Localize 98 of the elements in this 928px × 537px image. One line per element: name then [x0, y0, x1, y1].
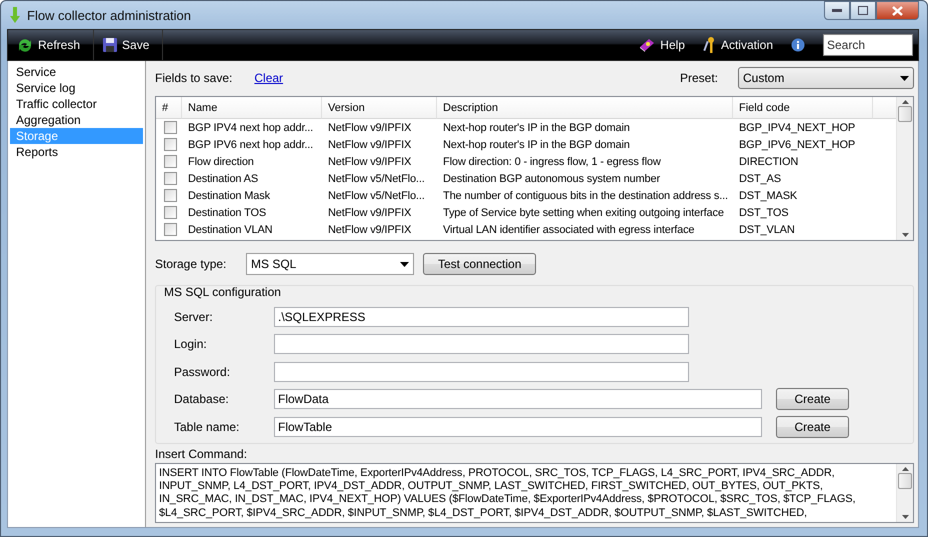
checkbox[interactable]	[164, 155, 177, 168]
command-line: INPUT_SNMP, L4_DST_PORT, IPV4_DST_ADDR, OUTPUT_SNMP, LAST_SWITCHED, FIRST_SWITCHED, OUT_BYTES, OUT_PKTS,	[159, 480, 824, 494]
table-cell-text: NetFlow v9/IPFIX	[327, 224, 412, 236]
test-connection-button[interactable]: Test connection	[423, 253, 536, 275]
table-cell-text: Destination Mask	[187, 190, 271, 202]
fields-label: Fields to save:	[155, 71, 232, 85]
table-cell-text: Virtual LAN identifier associated with egress interface	[442, 224, 696, 236]
input-field[interactable]: FlowData	[274, 389, 762, 410]
search-field[interactable]: Search	[823, 34, 913, 56]
scrollbar[interactable]	[896, 97, 913, 240]
table-cell-text: Destination BGP autonomous system number	[442, 172, 661, 184]
scroll-down-icon[interactable]	[902, 515, 908, 519]
maximize-button[interactable]	[850, 1, 876, 20]
create-button[interactable]: Create	[776, 416, 849, 438]
maximize-icon	[858, 6, 868, 15]
table-cell-text: NetFlow v9/IPFIX	[327, 138, 412, 150]
field-label: Password:	[173, 364, 232, 379]
minimize-button[interactable]	[824, 1, 850, 20]
table-cell-text: BGP IPV6 next hop addr...	[187, 138, 314, 150]
column-header[interactable]: Description	[437, 97, 733, 119]
minimize-icon	[832, 9, 842, 12]
table-cell-text: Flow direction: 0 - ingress flow, 1 - egress flow	[442, 156, 662, 168]
table-cell-text: Next-hop router's IP in the BGP domain	[442, 138, 631, 150]
preset-dropdown[interactable]: Custom	[738, 67, 914, 89]
sidebar-item[interactable]: Reports	[10, 144, 143, 160]
checkbox[interactable]	[164, 189, 177, 202]
table-cell-text: Destination TOS	[187, 206, 268, 218]
column-header[interactable]: Version	[322, 97, 437, 119]
insert-command-label: Insert Command:	[155, 446, 248, 460]
field-label: Server:	[173, 310, 214, 324]
field-label: Login:	[173, 337, 208, 352]
table-cell-text: DST_AS	[738, 172, 782, 184]
table-cell-text: Next-hop router's IP in the BGP domain	[442, 122, 631, 134]
table-cell-text: NetFlow v5/NetFlo...	[327, 172, 426, 184]
command-line: IN_SRC_MAC, IN_DST_MAC, IPV4_NEXT_HOP) VALUES ($FlowDateTime, $ExporterIPv4Address, $PROTOCOL, $SRC_TOS, $TCP_FLAGS,	[159, 493, 856, 507]
table-cell-text: Flow direction	[187, 156, 255, 168]
table-cell-text: DIRECTION	[738, 156, 800, 168]
field-label: Database:	[173, 392, 230, 406]
save-button[interactable]: Save	[94, 30, 164, 60]
info-icon[interactable]	[791, 38, 805, 52]
storage-type-label: Storage type:	[155, 257, 228, 271]
window-title: Flow collector administration	[27, 8, 192, 22]
command-line: INSERT INTO FlowTable (FlowDateTime, ExporterIPv4Address, PROTOCOL, SRC_TOS, TCP_FLAGS, L4_SRC_PORT, IPV4_SRC_ADDR,	[159, 466, 836, 480]
refresh-button[interactable]: Refresh	[8, 30, 94, 60]
activation-button[interactable]: Activation	[694, 30, 783, 60]
table-cell-text: BGP_IPV4_NEXT_HOP	[738, 122, 856, 134]
table-cell-text: Type of Service byte setting when exiting outgoing interface	[442, 206, 725, 218]
table-cell-text: The number of contiguous bits in the destination address s...	[442, 190, 729, 202]
group-title: MS SQL configuration	[164, 285, 282, 299]
checkbox[interactable]	[164, 172, 177, 185]
table-cell-text: DST_VLAN	[738, 224, 796, 236]
close-icon	[892, 6, 903, 16]
input-field[interactable]	[274, 334, 689, 354]
scroll-thumb[interactable]	[898, 106, 912, 122]
checkbox[interactable]	[164, 138, 177, 151]
sidebar-item[interactable]: Aggregation	[10, 112, 143, 128]
download-arrow-icon	[9, 6, 21, 24]
table-cell-text: NetFlow v9/IPFIX	[327, 206, 412, 218]
table-cell-text: DST_MASK	[738, 190, 798, 202]
table-cell-text: NetFlow v9/IPFIX	[327, 122, 412, 134]
input-field[interactable]	[274, 362, 689, 382]
scroll-up-icon[interactable]	[902, 100, 908, 104]
table-cell-text: Destination AS	[187, 172, 260, 184]
insert-command-field[interactable]	[155, 462, 914, 523]
column-header[interactable]: #	[156, 97, 182, 119]
sidebar-item[interactable]: Traffic collector	[10, 96, 143, 112]
book-icon	[638, 37, 656, 53]
table-cell-text: Destination VLAN	[187, 224, 274, 236]
table-cell-text: BGP_IPV6_NEXT_HOP	[738, 138, 856, 150]
sidebar-item[interactable]: Service	[10, 64, 143, 80]
table-cell-text: NetFlow v5/NetFlo...	[327, 190, 426, 202]
scroll-down-icon[interactable]	[902, 233, 908, 237]
clear-link[interactable]: Clear	[254, 71, 284, 85]
dropdown-arrow-icon	[400, 262, 409, 266]
field-label: Table name:	[173, 420, 240, 434]
checkbox[interactable]	[164, 206, 177, 219]
scrollbar[interactable]	[896, 464, 913, 522]
storage-type-dropdown[interactable]: MS SQL	[246, 253, 414, 275]
column-header[interactable]: Field code	[733, 97, 873, 119]
table-cell-text: NetFlow v9/IPFIX	[327, 156, 412, 168]
keys-icon	[702, 36, 717, 54]
close-button[interactable]	[876, 1, 919, 20]
create-button[interactable]: Create	[776, 388, 849, 410]
scroll-up-icon[interactable]	[902, 466, 908, 470]
column-header[interactable]: Name	[182, 97, 322, 119]
command-line: $L4_SRC_PORT, $IPV4_SRC_ADDR, $INPUT_SNMP, $L4_DST_PORT, $IPV4_DST_ADDR, $OUTPUT_SNMP, $LAST_SWITCHED,	[159, 506, 808, 520]
scroll-thumb[interactable]	[898, 472, 912, 488]
table-cell-text: DST_TOS	[738, 206, 790, 218]
input-field[interactable]: FlowTable	[274, 416, 762, 437]
refresh-icon	[16, 37, 34, 53]
dropdown-arrow-icon	[900, 76, 909, 80]
help-button[interactable]: Help	[630, 30, 695, 60]
preset-label: Preset:	[680, 71, 718, 85]
checkbox[interactable]	[164, 121, 177, 134]
table-cell-text: BGP IPV4 next hop addr...	[187, 122, 314, 134]
sidebar-item[interactable]: Service log	[10, 80, 143, 96]
input-field[interactable]: .\SQLEXPRESS	[274, 306, 689, 327]
checkbox[interactable]	[164, 223, 177, 236]
